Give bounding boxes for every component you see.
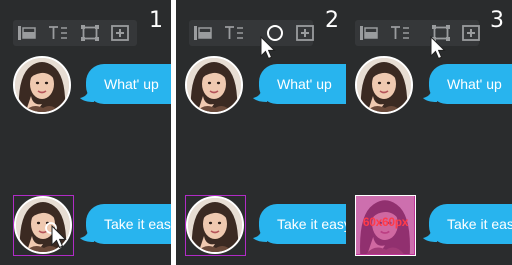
- message-bubble[interactable]: Take it easy: [429, 204, 512, 244]
- avatar[interactable]: [13, 56, 71, 114]
- avatar[interactable]: [185, 56, 243, 114]
- toolbar: [189, 20, 314, 46]
- placeholder-size-label: 60x60px: [362, 215, 409, 229]
- message-bubble[interactable]: Take it easy: [86, 204, 171, 244]
- mouse-cursor-icon: [45, 222, 66, 248]
- mouse-cursor-icon: [260, 36, 275, 59]
- panel-step-2: 2 What' up Take it easy: [176, 0, 347, 265]
- add-frame-icon[interactable]: [457, 20, 485, 46]
- panel-step-1: 1 What' up Take it easy: [0, 0, 171, 265]
- text-icon[interactable]: [220, 20, 248, 46]
- add-frame-icon[interactable]: [291, 20, 319, 46]
- message-bubble[interactable]: What' up: [86, 64, 171, 104]
- text-icon[interactable]: [44, 20, 72, 46]
- avatar[interactable]: [186, 196, 244, 254]
- step-number: 1: [149, 8, 163, 33]
- message-bubble[interactable]: What' up: [259, 64, 347, 104]
- add-frame-icon[interactable]: [106, 20, 134, 46]
- image-list-icon[interactable]: [189, 20, 217, 46]
- message-bubble[interactable]: What' up: [429, 64, 512, 104]
- message-bubble[interactable]: Take it easy: [259, 204, 347, 244]
- image-placeholder[interactable]: 60x60px: [355, 195, 416, 256]
- toolbar: [13, 20, 137, 46]
- mouse-cursor-icon: [430, 36, 445, 59]
- text-icon[interactable]: [386, 20, 414, 46]
- step-number: 2: [325, 8, 339, 33]
- toolbar: [355, 20, 480, 46]
- image-list-icon[interactable]: [355, 20, 383, 46]
- step-number: 3: [490, 8, 504, 33]
- square-frame-icon[interactable]: [76, 20, 104, 46]
- image-list-icon[interactable]: [13, 20, 41, 46]
- avatar[interactable]: [355, 56, 413, 114]
